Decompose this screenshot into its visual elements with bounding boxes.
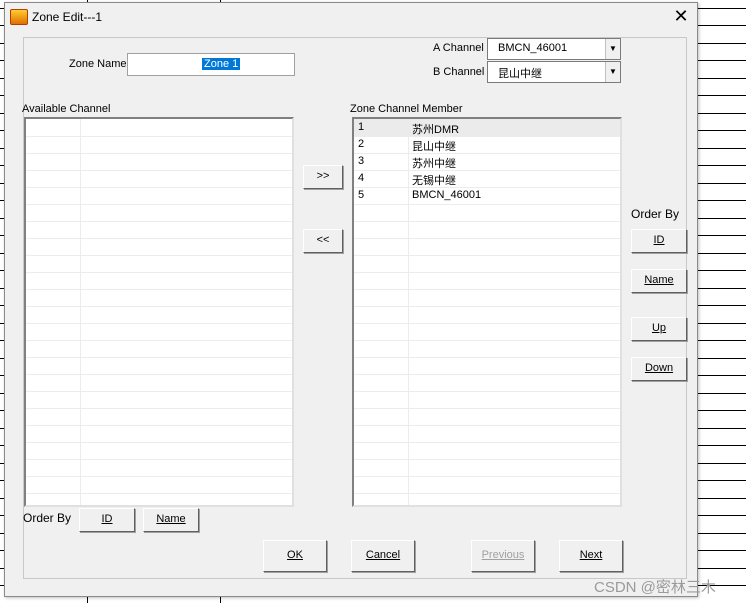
zone-name-value: Zone 1 — [202, 58, 241, 70]
available-channel-list[interactable] — [24, 117, 294, 507]
previous-button[interactable]: Previous — [471, 540, 535, 572]
move-up-label: Up — [651, 322, 667, 334]
order-by-name-label: Name — [644, 274, 674, 286]
move-down-label: Down — [644, 362, 674, 374]
table-row[interactable]: 1 苏州DMR — [354, 119, 620, 137]
order-by-id-label: ID — [653, 234, 665, 246]
row-name: BMCN_46001 — [412, 189, 482, 201]
app-icon — [10, 9, 28, 25]
row-id: 1 — [358, 121, 365, 133]
available-channel-label: Available Channel — [22, 103, 111, 115]
row-id: 5 — [358, 189, 365, 201]
table-row[interactable]: 3 苏州中继 — [354, 153, 620, 171]
title-bar: Zone Edit---1 ✕ — [5, 3, 697, 31]
b-channel-select[interactable]: 昆山中继 ▼ — [487, 61, 621, 83]
b-channel-label: B Channel — [433, 66, 485, 78]
row-name: 昆山中继 — [412, 141, 456, 153]
next-button[interactable]: Next — [559, 540, 623, 572]
available-order-name-button[interactable]: Name — [143, 508, 199, 532]
available-order-name-label: Name — [156, 513, 186, 525]
row-id: 4 — [358, 172, 365, 184]
a-channel-label: A Channel — [433, 42, 484, 54]
cancel-button[interactable]: Cancel — [351, 540, 415, 572]
a-channel-value: BMCN_46001 — [498, 42, 568, 54]
b-channel-value: 昆山中继 — [498, 68, 542, 80]
move-down-button[interactable]: Down — [631, 357, 687, 381]
row-name: 苏州DMR — [412, 124, 460, 136]
table-row[interactable]: 4 无锡中继 — [354, 170, 620, 188]
ok-button[interactable]: OK — [263, 540, 327, 572]
close-icon[interactable]: ✕ — [669, 5, 693, 27]
window-title: Zone Edit---1 — [32, 10, 103, 24]
zone-edit-dialog: Zone Edit---1 ✕ Zone Name Zone 1 A Chann… — [4, 2, 698, 597]
add-channel-label: >> — [316, 170, 330, 182]
zone-channel-member-label: Zone Channel Member — [350, 103, 463, 115]
row-name: 无锡中继 — [412, 175, 456, 187]
order-by-name-button[interactable]: Name — [631, 269, 687, 293]
row-name: 苏州中继 — [412, 158, 456, 170]
order-by-left-label: Order By — [23, 511, 72, 525]
add-channel-button[interactable]: >> — [303, 165, 343, 189]
move-up-button[interactable]: Up — [631, 317, 687, 341]
remove-channel-button[interactable]: << — [303, 229, 343, 253]
remove-channel-label: << — [316, 234, 330, 246]
row-id: 2 — [358, 138, 365, 150]
row-id: 3 — [358, 155, 365, 167]
watermark: CSDN @密林三木 — [594, 579, 716, 596]
chevron-down-icon[interactable]: ▼ — [605, 62, 620, 82]
zone-channel-member-list[interactable]: 1 苏州DMR 2 昆山中继 3 苏州中继 4 无锡中继 5 BMCN_4600… — [352, 117, 622, 507]
zone-name-label: Zone Name — [69, 58, 127, 70]
available-order-id-button[interactable]: ID — [79, 508, 135, 532]
chevron-down-icon[interactable]: ▼ — [605, 39, 620, 59]
next-label: Next — [579, 549, 603, 561]
table-row[interactable]: 5 BMCN_46001 — [354, 187, 620, 205]
table-row[interactable]: 2 昆山中继 — [354, 136, 620, 154]
available-order-id-label: ID — [101, 513, 113, 525]
ok-label: OK — [287, 549, 303, 561]
a-channel-select[interactable]: BMCN_46001 ▼ — [487, 38, 621, 60]
zone-name-input[interactable]: Zone 1 — [127, 53, 295, 76]
cancel-label: Cancel — [365, 549, 401, 561]
order-by-right-label: Order By — [631, 207, 680, 221]
order-by-id-button[interactable]: ID — [631, 229, 687, 253]
previous-label: Previous — [481, 549, 525, 561]
